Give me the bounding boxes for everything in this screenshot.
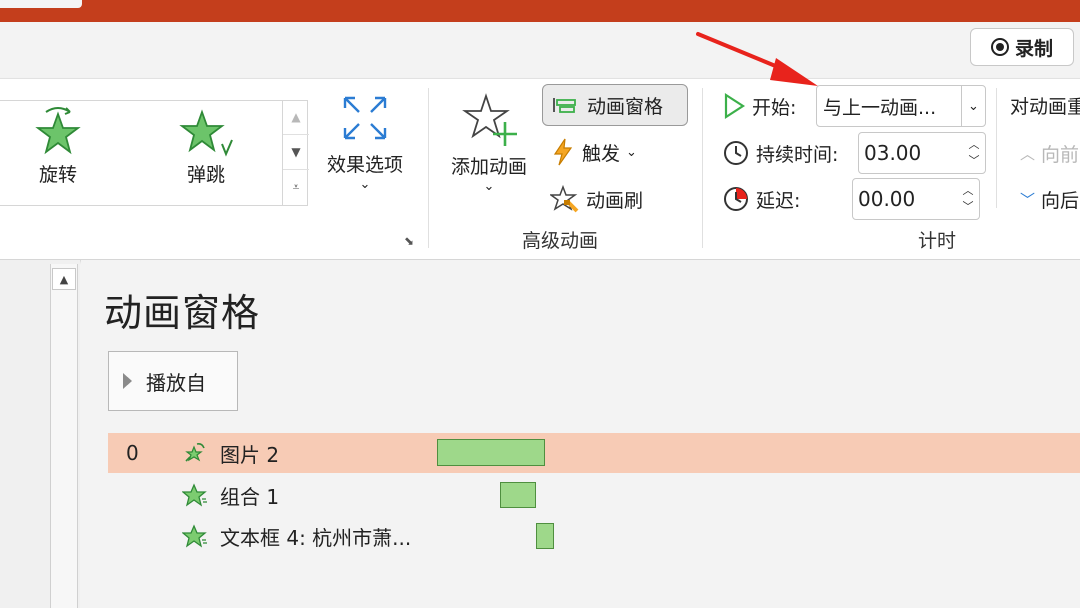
- lightning-icon: [553, 138, 573, 166]
- star-effect-icon: [182, 524, 207, 548]
- delay-input[interactable]: 00.00 ︿ ﹀: [852, 178, 980, 220]
- gallery-scroll-down-button[interactable]: ▼: [283, 135, 309, 170]
- gallery-more-button[interactable]: ⩡: [283, 170, 309, 205]
- animation-item-label: 图片 2: [220, 442, 280, 467]
- group-separator: [702, 88, 703, 248]
- start-select[interactable]: 与上一动画... ⌄: [816, 85, 986, 127]
- delay-spinner[interactable]: ︿ ﹀: [957, 183, 979, 215]
- spin-star-icon: [185, 443, 205, 462]
- animation-item-label: 组合 1: [220, 484, 280, 509]
- scroll-up-button[interactable]: ▲: [52, 268, 76, 290]
- record-icon: [990, 38, 1009, 56]
- add-star-icon: [462, 93, 517, 146]
- move-later-button[interactable]: ﹀ 向后: [1020, 186, 1080, 213]
- trigger-label: 触发: [582, 142, 621, 165]
- star-effect-icon: [182, 483, 207, 507]
- title-bar: [0, 0, 1080, 22]
- chevron-down-icon: ⌄: [359, 177, 371, 192]
- gallery-scrollbar: ▲ ▼ ⩡: [282, 100, 309, 206]
- expand-arrows-icon: [343, 96, 387, 140]
- animation-list-item[interactable]: 组合 1: [108, 475, 1080, 515]
- start-label: 开始:: [752, 96, 797, 119]
- dialog-launcher-icon[interactable]: ⬊: [404, 234, 418, 248]
- play-from-button[interactable]: 播放自: [108, 351, 238, 411]
- play-icon: [123, 373, 132, 389]
- title-bar-tab[interactable]: [0, 0, 82, 8]
- animation-item-label: 文本框 4: 杭州市萧...: [220, 525, 412, 550]
- spin-star-icon: [35, 107, 81, 155]
- gallery-item-spin[interactable]: 旋转: [20, 104, 96, 187]
- trigger-button[interactable]: 触发 ⌄: [550, 137, 637, 167]
- delay-value: 00.00: [858, 187, 916, 211]
- animation-pane-icon: [553, 98, 576, 113]
- animation-pane-title: 动画窗格: [104, 291, 261, 335]
- chevron-down-icon: ⌄: [626, 144, 637, 160]
- delay-clock-icon: [724, 187, 748, 211]
- group-label-timing: 计时: [918, 230, 957, 252]
- move-earlier-button[interactable]: ︿ 向前: [1020, 140, 1080, 167]
- add-animation-label: 添加动画: [450, 156, 527, 178]
- duration-value: 03.00: [864, 141, 922, 165]
- animation-pane-label: 动画窗格: [587, 95, 664, 118]
- animation-painter-button[interactable]: 动画刷: [550, 184, 643, 214]
- animation-painter-icon: [550, 184, 579, 213]
- clock-icon: [724, 141, 748, 165]
- red-annotation-arrow-icon: [696, 32, 818, 86]
- gallery-item-label: 旋转: [38, 164, 77, 186]
- add-animation-button[interactable]: 添加动画 ⌄: [442, 92, 536, 194]
- duration-spinner[interactable]: ︿ ﹀: [963, 137, 985, 169]
- chevron-up-icon: ︿: [1020, 145, 1036, 163]
- gallery-item-bounce[interactable]: 弹跳: [168, 104, 244, 187]
- move-later-label: 向后: [1041, 190, 1080, 212]
- bounce-star-icon: [179, 109, 233, 157]
- duration-input[interactable]: 03.00 ︿ ﹀: [858, 132, 986, 174]
- start-select-value: 与上一动画...: [823, 96, 937, 119]
- chevron-down-icon: ⌄: [483, 179, 495, 194]
- effect-options-label: 效果选项: [326, 154, 403, 176]
- move-earlier-label: 向前: [1041, 144, 1080, 166]
- animation-list-item[interactable]: 文本框 4: 杭州市萧...: [108, 516, 1080, 556]
- delay-label-group: 延迟:: [722, 185, 800, 213]
- animation-order-number: 0: [126, 441, 139, 465]
- timeline-bar[interactable]: [536, 523, 554, 549]
- animation-painter-label: 动画刷: [586, 189, 644, 212]
- timeline-bar[interactable]: [437, 439, 545, 466]
- effect-options-button[interactable]: 效果选项 ⌄: [318, 92, 412, 192]
- group-separator: [428, 88, 429, 248]
- animation-list-item[interactable]: 0 图片 2: [108, 433, 1080, 473]
- play-from-label: 播放自: [146, 370, 206, 395]
- group-label-advanced-animation: 高级动画: [522, 230, 599, 252]
- play-icon: [724, 92, 746, 120]
- reorder-title: 对动画重: [1010, 96, 1080, 118]
- duration-label-group: 持续时间:: [722, 139, 838, 167]
- group-separator: [996, 88, 997, 208]
- gallery-scroll-up-button[interactable]: ▲: [283, 100, 309, 135]
- start-label-group: 开始:: [722, 92, 796, 120]
- thumbnail-scrollbar[interactable]: [50, 264, 78, 608]
- record-button-label: 录制: [1014, 37, 1053, 60]
- chevron-down-icon: ﹀: [1020, 191, 1036, 209]
- chevron-down-icon[interactable]: ⌄: [961, 86, 985, 126]
- duration-label: 持续时间:: [756, 143, 839, 166]
- timeline-bar[interactable]: [500, 482, 536, 508]
- ribbon-tab-strip: [0, 22, 1080, 80]
- record-button[interactable]: 录制: [970, 28, 1074, 66]
- animation-pane-button[interactable]: 动画窗格: [542, 84, 688, 126]
- gallery-item-label: 弹跳: [186, 164, 225, 186]
- delay-label: 延迟:: [756, 189, 801, 212]
